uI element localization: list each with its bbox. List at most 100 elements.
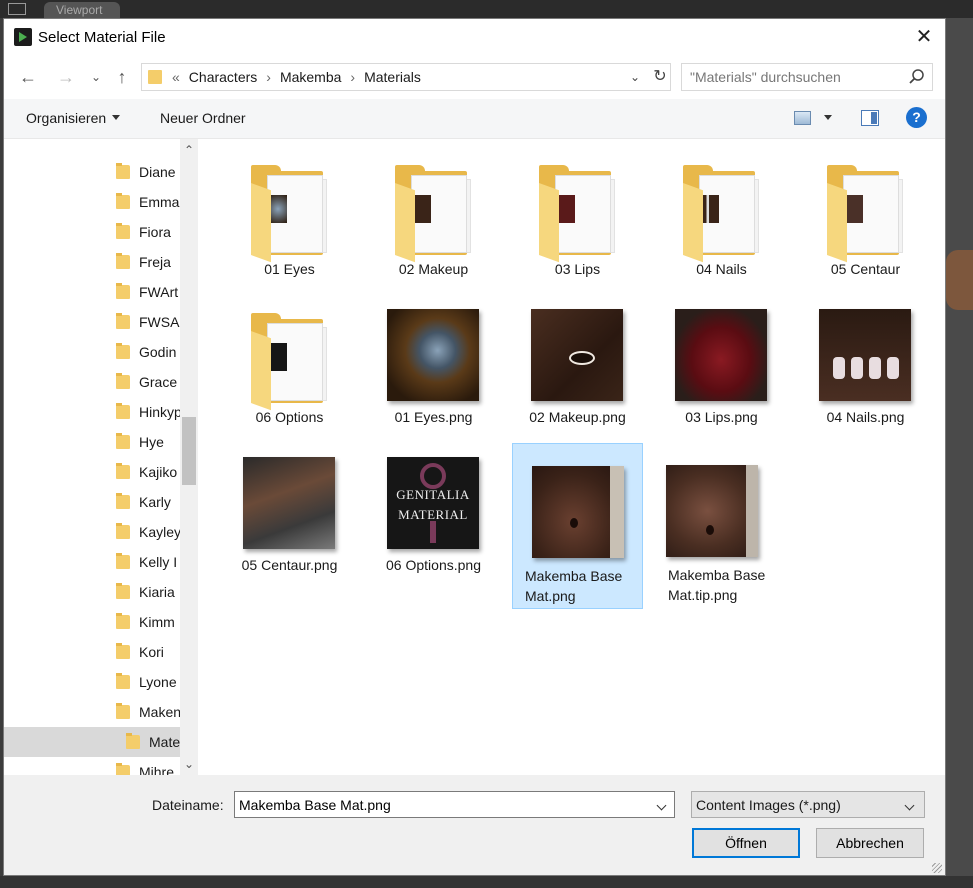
- title-bar: Select Material File ✕: [4, 19, 945, 55]
- search-input[interactable]: [690, 68, 900, 86]
- preview-pane-icon[interactable]: [861, 110, 879, 126]
- filetype-select[interactable]: Content Images (*.png): [691, 791, 925, 818]
- nav-item-kayley[interactable]: Kayley: [4, 517, 180, 547]
- nav-item-kori[interactable]: Kori: [4, 637, 180, 667]
- folder-icon: [116, 673, 130, 689]
- folder-icon: [116, 493, 130, 509]
- nav-item-materials[interactable]: Mate: [4, 727, 180, 757]
- folder-icon: [116, 403, 130, 419]
- nav-item-diane[interactable]: Diane: [4, 157, 180, 187]
- folder-icon: [116, 283, 130, 299]
- folder-tile-05-centaur[interactable]: 05 Centaur: [800, 157, 931, 297]
- forward-button[interactable]: →: [52, 65, 80, 89]
- resize-grip-icon[interactable]: [932, 863, 942, 873]
- folder-icon: [531, 161, 623, 263]
- nav-item-karly[interactable]: Karly: [4, 487, 180, 517]
- breadcrumb-overflow-icon[interactable]: «: [172, 69, 189, 85]
- scroll-down-icon[interactable]: ⌄: [180, 755, 198, 773]
- file-list: 01 Eyes 02 Makeup 03 Lips 04 Nails 05 Ce…: [200, 139, 945, 775]
- nav-item-kelly[interactable]: Kelly I: [4, 547, 180, 577]
- image-tile-makemba-base-mat[interactable]: Makemba Base Mat.png: [512, 443, 643, 609]
- open-button[interactable]: Öffnen: [692, 828, 800, 858]
- nav-item-kimm[interactable]: Kimm: [4, 607, 180, 637]
- chevron-right-icon[interactable]: ›: [341, 69, 364, 85]
- breadcrumb-makemba[interactable]: Makemba: [280, 69, 341, 85]
- folder-icon: [116, 163, 130, 179]
- nav-scrollbar[interactable]: ⌃ ⌄: [180, 139, 198, 775]
- nav-item-godin[interactable]: Godin: [4, 337, 180, 367]
- folder-tile-04-nails[interactable]: 04 Nails: [656, 157, 787, 297]
- nav-item-hinkyp[interactable]: Hinkyp: [4, 397, 180, 427]
- folder-tile-06-options[interactable]: 06 Options: [224, 305, 355, 445]
- nav-item-kiaria[interactable]: Kiaria: [4, 577, 180, 607]
- centaur-texture-thumbnail: [243, 457, 335, 549]
- view-options-dropdown[interactable]: [822, 111, 836, 125]
- nav-item-mihre[interactable]: Mihre: [4, 757, 180, 775]
- scroll-thumb[interactable]: [182, 417, 196, 485]
- image-tile-01-eyes[interactable]: 01 Eyes.png: [368, 305, 499, 445]
- nav-item-makemba[interactable]: Maken: [4, 697, 180, 727]
- help-button[interactable]: ?: [906, 107, 927, 128]
- chevron-down-icon[interactable]: [656, 796, 670, 814]
- base-texture-thumbnail: [532, 466, 624, 558]
- image-tile-06-options[interactable]: GENITALIA MATERIAL 06 Options.png: [368, 453, 499, 593]
- filename-input[interactable]: [239, 796, 649, 814]
- refresh-icon[interactable]: ↻: [650, 66, 670, 88]
- background-bottom: [0, 876, 973, 888]
- nav-item-fwart[interactable]: FWArt: [4, 277, 180, 307]
- folder-icon: [243, 309, 335, 411]
- image-tile-makemba-base-mat-tip[interactable]: Makemba Base Mat.tip.png: [656, 443, 787, 609]
- nav-item-hye[interactable]: Hye: [4, 427, 180, 457]
- change-view-icon[interactable]: [794, 111, 811, 125]
- folder-tile-01-eyes[interactable]: 01 Eyes: [224, 157, 355, 297]
- folder-icon: [116, 643, 130, 659]
- filename-label: Dateiname:: [152, 797, 224, 813]
- folder-icon: [387, 161, 479, 263]
- nav-item-emma[interactable]: Emma: [4, 187, 180, 217]
- folder-icon: [819, 161, 911, 263]
- organize-menu[interactable]: Organisieren: [26, 110, 120, 126]
- image-tile-03-lips[interactable]: 03 Lips.png: [656, 305, 787, 445]
- nav-item-freja[interactable]: Freja: [4, 247, 180, 277]
- image-tile-05-centaur[interactable]: 05 Centaur.png: [224, 453, 355, 593]
- up-button[interactable]: ↑: [108, 65, 136, 89]
- app-logo-icon: [14, 28, 32, 46]
- cancel-button[interactable]: Abbrechen: [816, 828, 924, 858]
- folder-icon: [116, 703, 130, 719]
- command-bar: Organisieren Neuer Ordner ?: [4, 99, 945, 139]
- dialog-title: Select Material File: [38, 29, 166, 46]
- chevron-right-icon[interactable]: ›: [257, 69, 280, 85]
- select-material-dialog: Select Material File ✕ ← → ⌄ ↑ « Charact…: [3, 18, 946, 876]
- new-folder-button[interactable]: Neuer Ordner: [160, 110, 246, 126]
- background-app-bar: Viewport: [0, 0, 973, 18]
- search-box[interactable]: [681, 63, 933, 91]
- scroll-up-icon[interactable]: ⌃: [180, 141, 198, 159]
- options-texture-thumbnail: GENITALIA MATERIAL: [387, 457, 479, 549]
- nails-texture-thumbnail: [819, 309, 911, 401]
- base-tip-texture-thumbnail: [666, 465, 758, 557]
- makeup-texture-thumbnail: [531, 309, 623, 401]
- folder-icon: [116, 763, 130, 775]
- recent-locations-button[interactable]: ⌄: [88, 65, 104, 89]
- image-tile-04-nails[interactable]: 04 Nails.png: [800, 305, 931, 445]
- app-menu-icon: [8, 3, 26, 15]
- folder-icon: [675, 161, 767, 263]
- filename-field[interactable]: [234, 791, 675, 818]
- search-icon[interactable]: [908, 68, 926, 86]
- folder-icon: [116, 343, 130, 359]
- image-tile-02-makeup[interactable]: 02 Makeup.png: [512, 305, 643, 445]
- breadcrumb-characters[interactable]: Characters: [189, 69, 257, 85]
- nav-item-lyone[interactable]: Lyone: [4, 667, 180, 697]
- nav-item-fiora[interactable]: Fiora: [4, 217, 180, 247]
- breadcrumb-materials[interactable]: Materials: [364, 69, 421, 85]
- nav-item-grace[interactable]: Grace: [4, 367, 180, 397]
- nav-item-kajiko[interactable]: Kajiko: [4, 457, 180, 487]
- close-button[interactable]: ✕: [904, 23, 944, 51]
- back-button[interactable]: ←: [14, 65, 42, 89]
- nav-item-fwsa[interactable]: FWSA: [4, 307, 180, 337]
- lips-texture-thumbnail: [675, 309, 767, 401]
- folder-tile-03-lips[interactable]: 03 Lips: [512, 157, 643, 297]
- address-dropdown-icon[interactable]: ⌄: [626, 68, 644, 86]
- folder-tile-02-makeup[interactable]: 02 Makeup: [368, 157, 499, 297]
- address-bar[interactable]: « Characters › Makemba › Materials ⌄ ↻: [141, 63, 671, 91]
